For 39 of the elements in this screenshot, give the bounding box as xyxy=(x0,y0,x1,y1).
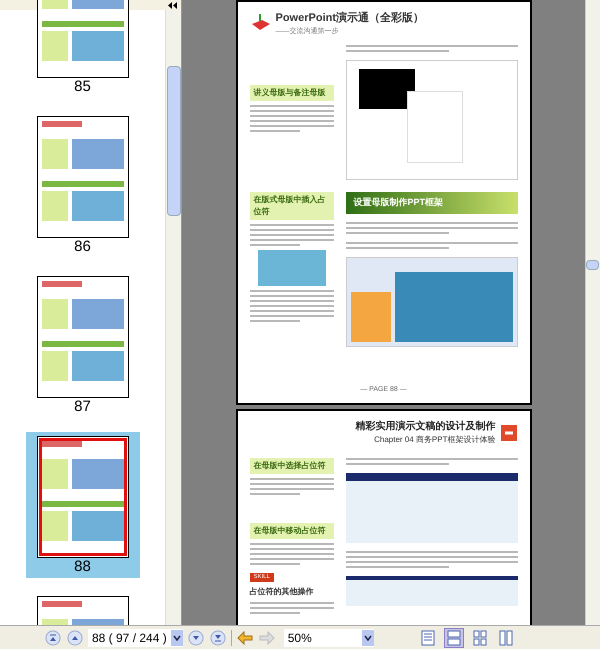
book-title: 精彩实用演示文稿的设计及制作 xyxy=(356,419,496,434)
side-heading: 讲义母版与备注母版 xyxy=(250,85,334,101)
page-thumbnail[interactable]: 87 xyxy=(26,272,140,418)
scrollbar[interactable] xyxy=(165,10,181,625)
previous-page-button[interactable] xyxy=(66,628,84,646)
right-arrow-icon xyxy=(258,630,275,644)
two-page-icon xyxy=(498,630,513,646)
zoom-field[interactable]: 50% xyxy=(284,628,374,646)
chapter-icon xyxy=(500,424,518,442)
single-page-icon xyxy=(420,630,435,646)
side-heading: 在版式母版中插入占位符 xyxy=(250,192,334,220)
page-number-field[interactable]: 88 ( 97 / 244 ) xyxy=(88,628,183,646)
skill-title: 占位符的其他操作 xyxy=(250,586,314,598)
page-number: 87 xyxy=(74,398,91,416)
left-arrow-icon xyxy=(236,630,253,644)
page-thumbnail[interactable]: 88 xyxy=(26,432,140,578)
page-thumbnail[interactable]: 85 xyxy=(26,0,140,98)
page-thumbnail[interactable]: 86 xyxy=(26,112,140,258)
side-heading: 在母版中选择占位符 xyxy=(250,458,334,474)
view-mode-button[interactable] xyxy=(444,628,464,648)
last-page-icon xyxy=(210,630,226,646)
book-title: PowerPoint演示通（全彩版） xyxy=(276,10,424,26)
scrollbar[interactable] xyxy=(585,0,600,625)
last-page-button[interactable] xyxy=(208,628,227,646)
first-page-icon xyxy=(45,630,61,646)
section-banner: 设置母版制作PPT框架 xyxy=(346,192,518,214)
dropdown-icon xyxy=(362,630,374,646)
page-number: 88 xyxy=(74,558,91,576)
grid-pages-icon xyxy=(472,630,487,646)
continuous-page-icon xyxy=(446,630,461,646)
first-page-button[interactable] xyxy=(44,628,62,646)
side-heading: 在母版中移动占位符 xyxy=(250,523,334,539)
page-number: 86 xyxy=(74,238,91,256)
page-number: 85 xyxy=(74,78,91,96)
next-page-button[interactable] xyxy=(186,628,205,646)
back-button[interactable] xyxy=(236,628,254,646)
chapter-title: Chapter 04 商务PPT框架设计体验 xyxy=(374,434,496,446)
dropdown-icon xyxy=(170,630,183,646)
slide-thumbnail xyxy=(258,250,326,286)
